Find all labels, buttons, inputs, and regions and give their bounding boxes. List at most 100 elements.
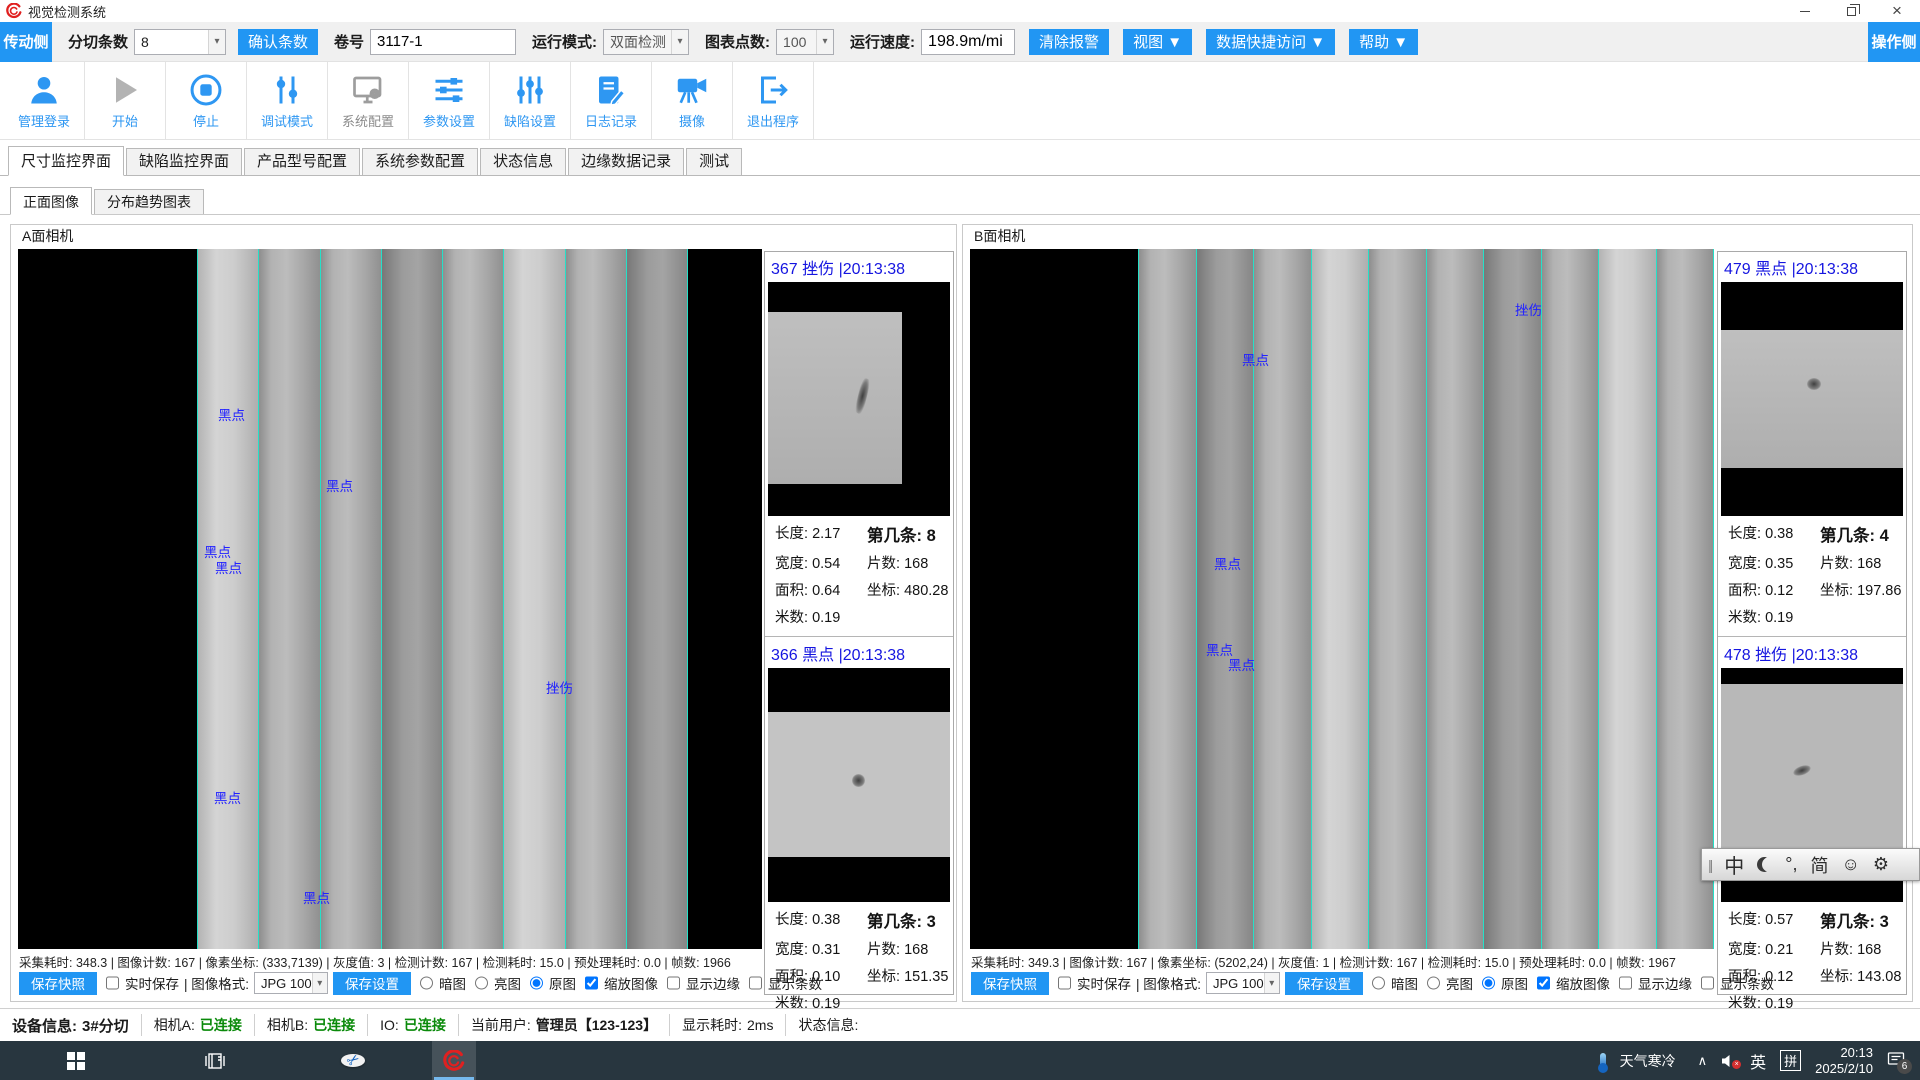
confirm-count-button[interactable]: 确认条数	[238, 29, 318, 55]
tab-size-monitor[interactable]: 尺寸监控界面	[8, 146, 124, 176]
save-snapshot-button[interactable]: 保存快照	[19, 972, 97, 995]
defect-card[interactable]: 478 挫伤 |20:13:38 长度: 0.57 第几条: 3 宽度: 0.2…	[1718, 636, 1906, 1018]
bright-image-radio[interactable]	[1427, 976, 1440, 990]
clock[interactable]: 20:13 2025/2/10	[1815, 1045, 1873, 1077]
main-tab-bar: 尺寸监控界面 缺陷监控界面 产品型号配置 系统参数配置 状态信息 边缘数据记录 …	[0, 146, 1920, 176]
save-snapshot-button[interactable]: 保存快照	[971, 972, 1049, 995]
ime-drag-handle[interactable]: ||	[1708, 857, 1711, 873]
original-image-radio[interactable]	[1482, 976, 1495, 990]
start-button[interactable]	[54, 1041, 98, 1080]
notification-center-button[interactable]: 6	[1887, 1051, 1906, 1070]
strip	[1426, 249, 1484, 949]
camera-a-strips	[197, 249, 688, 949]
dark-image-radio[interactable]	[1372, 976, 1385, 990]
ime-language-bar[interactable]: || 中 °, 简 ☺ ⚙	[1701, 848, 1920, 881]
image-format-label: | 图像格式:	[1136, 973, 1201, 993]
strip	[197, 249, 258, 949]
tab-distribution-trend-chart[interactable]: 分布趋势图表	[94, 189, 204, 214]
defect-marker: 黑点	[214, 787, 241, 807]
language-indicator[interactable]: 英	[1750, 1049, 1766, 1073]
show-edge-label: 显示边缘	[686, 973, 740, 993]
ribbon-label: 调试模式	[261, 111, 313, 130]
restore-button[interactable]	[1828, 0, 1874, 22]
defect-marker: 黑点	[303, 887, 330, 907]
save-settings-button[interactable]: 保存设置	[333, 972, 411, 995]
volume-muted-icon[interactable]: ×	[1721, 1054, 1736, 1068]
tab-test[interactable]: 测试	[686, 148, 742, 175]
image-format-select[interactable]: JPG 100▾	[1206, 972, 1280, 994]
slit-count-value: 8	[141, 34, 149, 50]
image-format-select[interactable]: JPG 100▾	[254, 972, 328, 994]
help-menu-button[interactable]: 帮助 ▼	[1349, 29, 1418, 55]
operator-side-button[interactable]: 操作侧	[1868, 22, 1920, 62]
tab-edge-data-record[interactable]: 边缘数据记录	[568, 148, 684, 175]
minimize-button[interactable]	[1782, 0, 1828, 22]
ime-simplified-icon[interactable]: 简	[1810, 852, 1828, 878]
zoom-image-checkbox[interactable]	[1537, 976, 1550, 990]
snipping-tool-button[interactable]: ✂	[332, 1041, 376, 1080]
camera-b-defect-list: 479 黑点 |20:13:38 长度: 0.38 第几条: 4 宽度: 0.3…	[1717, 251, 1907, 995]
tab-system-param-config[interactable]: 系统参数配置	[362, 148, 478, 175]
parameter-settings-button[interactable]: 参数设置	[409, 62, 490, 139]
weather-text[interactable]: 天气寒冷	[1620, 1051, 1676, 1071]
defect-card[interactable]: 479 黑点 |20:13:38 长度: 0.38 第几条: 4 宽度: 0.3…	[1718, 252, 1906, 632]
title-bar: 视觉检测系统 ×	[0, 0, 1920, 22]
run-mode-select[interactable]: 双面检测 ▾	[603, 29, 689, 55]
thermometer-icon[interactable]	[1600, 1053, 1606, 1069]
ime-pinyin-indicator[interactable]: 拼	[1780, 1050, 1801, 1071]
clear-alarm-button[interactable]: 清除报警	[1029, 29, 1109, 55]
show-count-label: 显示条数	[768, 973, 822, 993]
ime-fullwidth-moon-icon[interactable]	[1757, 857, 1772, 872]
system-config-button[interactable]: 系统配置	[328, 62, 409, 139]
defect-card[interactable]: 367 挫伤 |20:13:38 长度: 2.17 第几条: 8 宽度: 0.5…	[765, 252, 953, 632]
system-tray: 天气寒冷 ∧ × 英 拼 20:13 2025/2/10 6	[1600, 1045, 1920, 1077]
strip	[565, 249, 626, 949]
hidden-icons-caret[interactable]: ∧	[1698, 1053, 1708, 1069]
roll-number-input[interactable]	[370, 29, 516, 55]
zoom-image-checkbox[interactable]	[585, 976, 598, 990]
ime-settings-gear-icon[interactable]: ⚙	[1873, 854, 1889, 875]
log-record-button[interactable]: 日志记录	[571, 62, 652, 139]
show-count-checkbox[interactable]	[749, 976, 762, 990]
tab-front-image[interactable]: 正面图像	[10, 187, 92, 215]
ime-chinese-mode-icon[interactable]: 中	[1724, 850, 1744, 879]
show-edge-checkbox[interactable]	[1619, 976, 1632, 990]
display-time: 显示耗时:2ms	[670, 1014, 786, 1036]
ime-punctuation-icon[interactable]: °,	[1785, 854, 1797, 875]
original-image-radio[interactable]	[530, 976, 543, 990]
save-settings-button[interactable]: 保存设置	[1285, 972, 1363, 995]
defect-settings-button[interactable]: 缺陷设置	[490, 62, 571, 139]
close-button[interactable]: ×	[1874, 0, 1920, 22]
run-speed-value[interactable]	[921, 29, 1015, 55]
realtime-save-checkbox[interactable]	[1058, 976, 1071, 990]
data-quick-access-button[interactable]: 数据快捷访问 ▼	[1206, 29, 1335, 55]
defect-stats: 长度: 0.38 第几条: 3 宽度: 0.31 片数: 168 面积: 0.1…	[767, 902, 951, 1017]
tab-defect-monitor[interactable]: 缺陷监控界面	[126, 148, 242, 175]
debug-sliders-icon	[269, 72, 305, 108]
admin-login-button[interactable]: 管理登录	[4, 62, 85, 139]
stop-button[interactable]: 停止	[166, 62, 247, 139]
start-button[interactable]: 开始	[85, 62, 166, 139]
chart-points-select[interactable]: 100 ▾	[776, 29, 834, 55]
slit-count-select[interactable]: 8 ▾	[134, 29, 226, 55]
task-view-button[interactable]	[193, 1041, 237, 1080]
defect-card[interactable]: 366 黑点 |20:13:38 长度: 0.38 第几条: 3 宽度: 0.3…	[765, 636, 953, 1018]
defect-marker: 黑点	[1228, 654, 1255, 674]
debug-mode-button[interactable]: 调试模式	[247, 62, 328, 139]
realtime-save-checkbox[interactable]	[106, 976, 119, 990]
capture-button[interactable]: 摄像	[652, 62, 733, 139]
defect-header: 478 挫伤 |20:13:38	[1720, 639, 1904, 668]
exit-program-button[interactable]: 退出程序	[733, 62, 814, 139]
tab-status-info[interactable]: 状态信息	[480, 148, 566, 175]
close-icon: ×	[1892, 1, 1902, 21]
show-edge-checkbox[interactable]	[667, 976, 680, 990]
bright-image-radio[interactable]	[475, 976, 488, 990]
show-count-checkbox[interactable]	[1701, 976, 1714, 990]
ime-emoji-icon[interactable]: ☺	[1841, 854, 1859, 875]
vision-app-taskbar-button[interactable]	[432, 1041, 476, 1080]
tab-product-model-config[interactable]: 产品型号配置	[244, 148, 360, 175]
dark-image-radio[interactable]	[420, 976, 433, 990]
drive-side-button[interactable]: 传动侧	[0, 22, 52, 62]
strip	[1656, 249, 1715, 949]
view-menu-button[interactable]: 视图 ▼	[1123, 29, 1192, 55]
